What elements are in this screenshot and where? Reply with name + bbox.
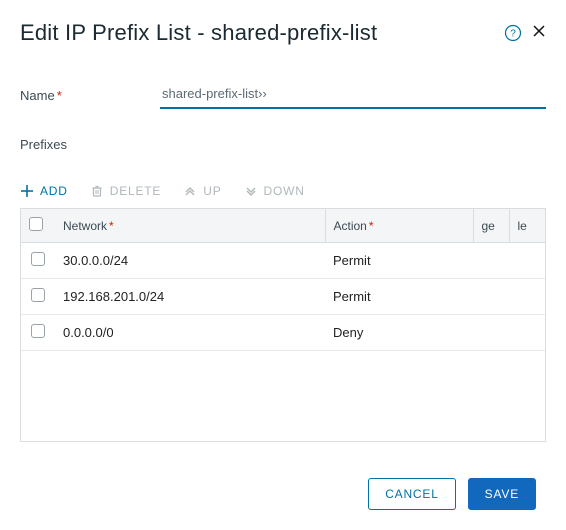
header-network-label: Network [63,219,107,233]
row-le [509,279,545,315]
save-button[interactable]: SAVE [468,478,536,510]
dialog-title: Edit IP Prefix List - shared-prefix-list [20,20,377,46]
prefixes-label: Prefixes [20,137,546,152]
name-label: Name* [20,88,160,109]
row-check-cell[interactable] [21,315,55,351]
dialog-header: Edit IP Prefix List - shared-prefix-list… [20,20,546,46]
cancel-button[interactable]: CANCEL [368,478,455,510]
row-network: 0.0.0.0/0 [55,315,325,351]
row-action: Permit [325,243,473,279]
delete-label: DELETE [110,184,161,198]
table-row[interactable]: 192.168.201.0/24Permit [21,279,545,315]
required-asterisk: * [57,88,62,103]
close-icon[interactable] [532,24,546,42]
down-button[interactable]: DOWN [244,184,305,198]
header-ge[interactable]: ge [473,209,509,243]
trash-icon [90,184,104,198]
row-ge [473,279,509,315]
row-le [509,243,545,279]
row-network: 192.168.201.0/24 [55,279,325,315]
prefix-toolbar: ADD DELETE UP [20,184,546,198]
dialog-footer: CANCEL SAVE [368,478,536,510]
required-asterisk: * [369,219,374,233]
select-all-checkbox[interactable] [29,217,43,231]
prefix-table: Network* Action* ge le 30.0.0.0/24Permit… [21,209,545,351]
header-action-label: Action [334,219,367,233]
table-header-row: Network* Action* ge le [21,209,545,243]
row-action: Permit [325,279,473,315]
add-label: ADD [40,184,68,198]
header-action[interactable]: Action* [325,209,473,243]
header-select-all[interactable] [21,209,55,243]
name-label-text: Name [20,88,55,103]
delete-button[interactable]: DELETE [90,184,161,198]
header-actions: ? [504,24,546,42]
row-checkbox[interactable] [31,288,45,302]
row-ge [473,243,509,279]
header-le[interactable]: le [509,209,545,243]
row-le [509,315,545,351]
table-row[interactable]: 0.0.0.0/0Deny [21,315,545,351]
help-icon[interactable]: ? [504,24,522,42]
svg-text:?: ? [510,29,516,40]
required-asterisk: * [109,219,114,233]
name-input[interactable] [160,82,546,109]
row-ge [473,315,509,351]
row-checkbox[interactable] [31,324,45,338]
row-check-cell[interactable] [21,279,55,315]
row-check-cell[interactable] [21,243,55,279]
down-label: DOWN [264,184,305,198]
edit-ip-prefix-list-dialog: Edit IP Prefix List - shared-prefix-list… [0,0,566,530]
up-label: UP [203,184,221,198]
row-action: Deny [325,315,473,351]
up-button[interactable]: UP [183,184,221,198]
name-row: Name* [20,82,546,109]
prefix-table-wrap: Network* Action* ge le 30.0.0.0/24Permit… [20,208,546,442]
row-network: 30.0.0.0/24 [55,243,325,279]
chevron-up-icon [183,184,197,198]
table-row[interactable]: 30.0.0.0/24Permit [21,243,545,279]
header-network[interactable]: Network* [55,209,325,243]
row-checkbox[interactable] [31,252,45,266]
add-button[interactable]: ADD [20,184,68,198]
chevron-down-icon [244,184,258,198]
plus-icon [20,184,34,198]
